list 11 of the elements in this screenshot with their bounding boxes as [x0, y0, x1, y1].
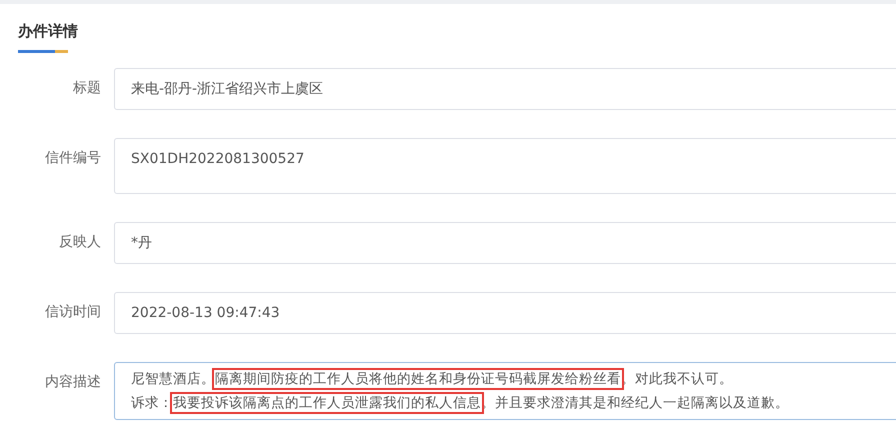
field-label: 反映人: [58, 233, 101, 251]
field-label: 信件编号: [44, 149, 101, 167]
section-title: 办件详情: [18, 21, 78, 42]
text-field[interactable]: 来电-邵丹-浙江省绍兴市上虞区: [114, 68, 896, 110]
text-field[interactable]: 2022-08-13 09:47:43: [114, 292, 896, 334]
text-field[interactable]: *丹: [114, 222, 896, 264]
field-label: 内容描述: [44, 373, 101, 391]
field-label: 标题: [72, 79, 101, 97]
text-field[interactable]: SX01DH2022081300527: [114, 138, 896, 194]
field-label: 信访时间: [44, 303, 101, 321]
title-underline: [18, 50, 68, 53]
